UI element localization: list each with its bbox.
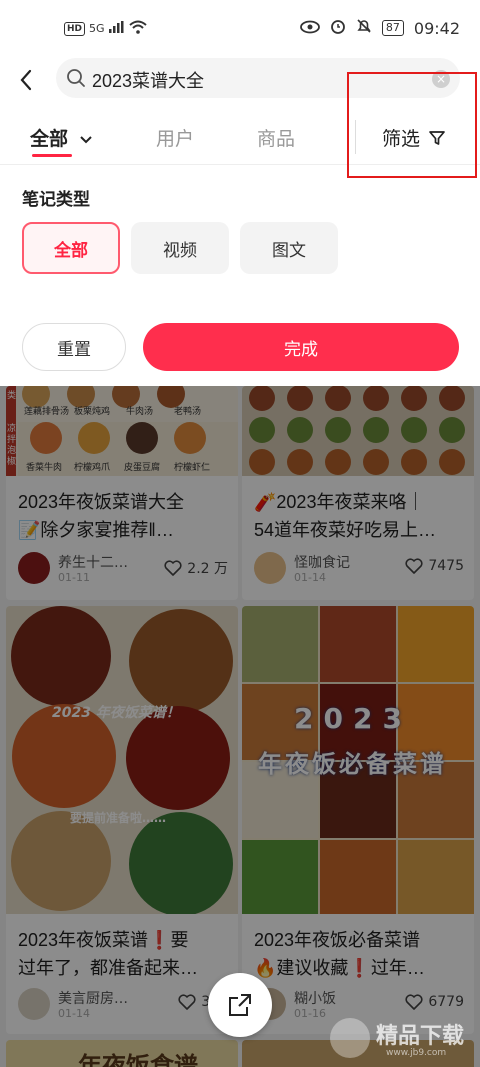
- status-bar: HD 5G 87 09:42: [0, 0, 480, 56]
- search-icon: [66, 68, 86, 92]
- watermark-url: www.jb9.com: [386, 1048, 447, 1058]
- done-button[interactable]: 完成: [143, 323, 459, 371]
- tab-all-label: 全部: [30, 128, 69, 150]
- note-type-title: 笔记类型: [22, 190, 90, 210]
- mute-bell-icon: [356, 18, 372, 38]
- tab-all[interactable]: 全部: [30, 124, 93, 151]
- battery-indicator: 87: [381, 20, 404, 36]
- note-type-all[interactable]: 全部: [22, 222, 120, 274]
- clock: 09:42: [413, 18, 460, 38]
- reset-button[interactable]: 重置: [22, 323, 126, 371]
- annotation-highlight-box: [347, 72, 477, 178]
- dim-overlay[interactable]: [0, 386, 480, 1067]
- tab-users[interactable]: 用户: [156, 124, 194, 151]
- share-button[interactable]: [208, 973, 272, 1037]
- status-right: 87 09:42: [299, 18, 460, 38]
- watermark-logo: [330, 1018, 370, 1058]
- chevron-left-icon: [20, 69, 32, 91]
- hd-indicator: HD: [64, 21, 86, 36]
- note-type-video[interactable]: 视频: [131, 222, 229, 274]
- filter-panel: 笔记类型 全部 视频 图文 重置 完成: [0, 164, 480, 386]
- tab-products[interactable]: 商品: [257, 124, 295, 151]
- eye-icon: [299, 19, 320, 38]
- watermark: 精品下载 www.jb9.com: [330, 1010, 480, 1067]
- chevron-down-icon: [79, 135, 92, 143]
- wifi-icon: [128, 20, 147, 37]
- alarm-icon: [330, 18, 346, 38]
- watermark-text: 精品下载: [376, 1024, 465, 1049]
- signal-bars-icon: [108, 21, 125, 36]
- share-icon: [229, 994, 251, 1016]
- signal-indicator: 5G: [89, 22, 105, 35]
- note-type-image-text[interactable]: 图文: [240, 222, 338, 274]
- back-button[interactable]: [12, 62, 40, 98]
- status-left: HD 5G: [64, 20, 147, 37]
- active-tab-indicator: [32, 154, 72, 157]
- search-query: 2023菜谱大全: [92, 71, 205, 91]
